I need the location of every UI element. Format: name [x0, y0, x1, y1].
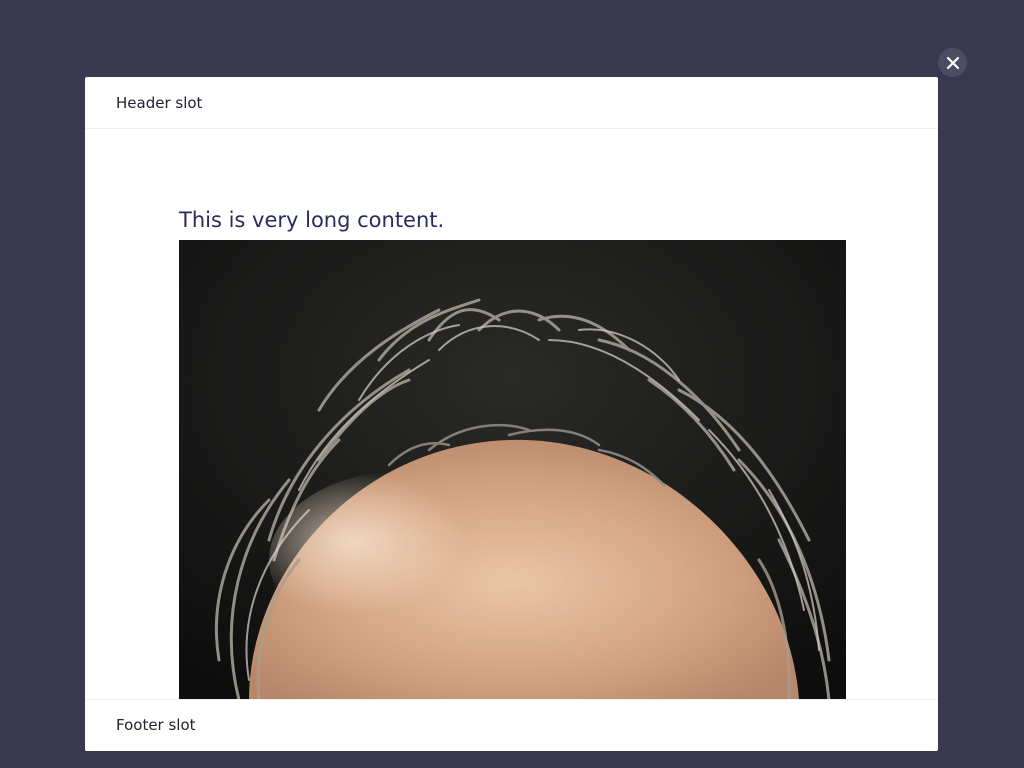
- content-title: This is very long content.: [179, 208, 445, 232]
- modal-body[interactable]: This is very long content.: [85, 129, 938, 699]
- header-slot-text: Header slot: [116, 94, 203, 112]
- close-button[interactable]: [938, 48, 967, 77]
- photo-bald-head: [179, 240, 846, 699]
- close-icon: [946, 56, 959, 69]
- modal-header: Header slot: [85, 77, 938, 129]
- modal-footer: Footer slot: [85, 699, 938, 751]
- footer-slot-text: Footer slot: [116, 716, 196, 734]
- content-image: [179, 240, 846, 699]
- modal-dialog: Header slot This is very long content. F…: [85, 77, 938, 751]
